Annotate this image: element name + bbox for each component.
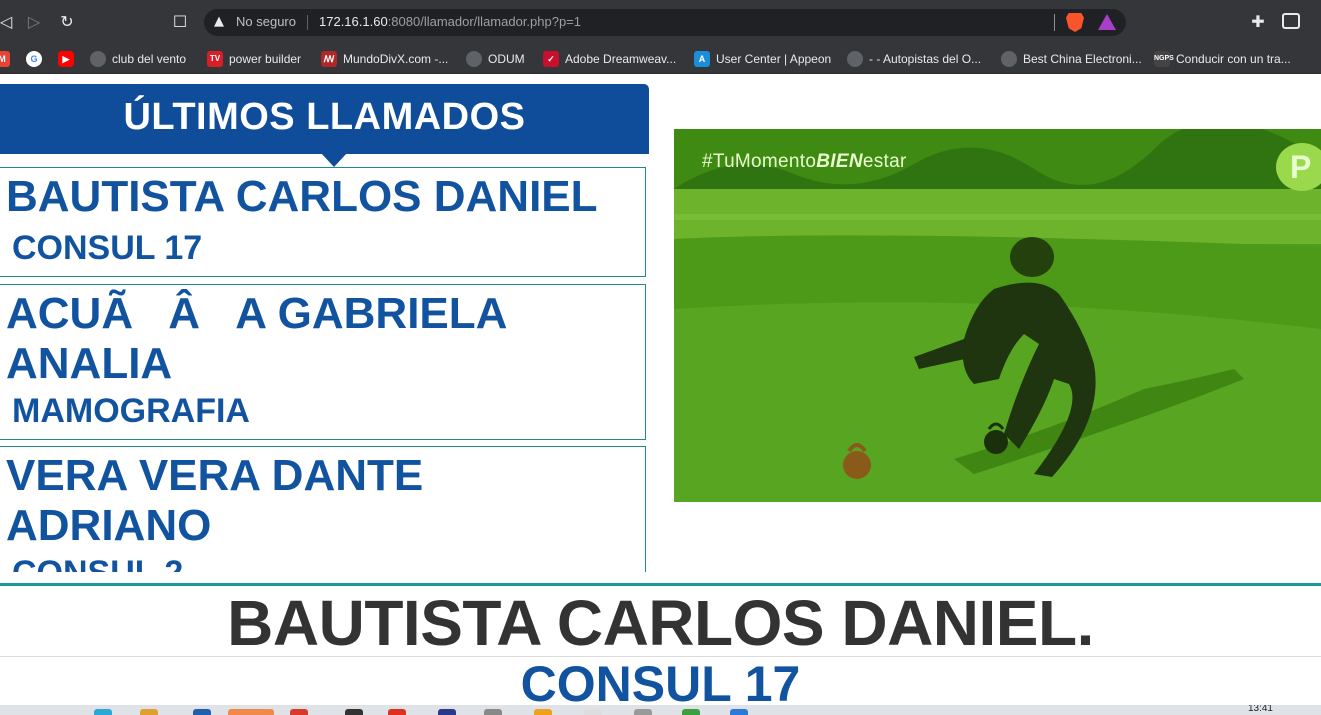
taskbar-app-icon[interactable] [730, 709, 748, 715]
taskbar-clock[interactable]: 13:41 [1248, 705, 1273, 714]
wellness-video[interactable]: #TuMomentoBIENestar [674, 129, 1321, 502]
bookmarks-bar: M G ▶ club del vento TV power builder ꟿ Mu… [0, 44, 1321, 74]
call-card: VERA VERA DANTE ADRIANO CONSUL 2 [0, 446, 646, 572]
bookmark-label: Adobe Dreamweav... [565, 52, 677, 66]
bookmark-conducir[interactable]: NGPS Conducir con un tra... [1154, 48, 1291, 70]
video-hashtag: #TuMomentoBIENestar [702, 151, 907, 173]
address-bar[interactable]: ▲ No seguro 172.16.1.60:8080/llamador/ll… [204, 9, 1126, 36]
wallet-icon[interactable] [1282, 13, 1300, 29]
hashtag-prefix: #TuMomento [702, 151, 817, 172]
taskbar-app-icon[interactable] [290, 709, 308, 715]
bookmark-google[interactable]: G [26, 48, 42, 70]
bookmark-label: club del vento [112, 52, 187, 66]
calls-list: BAUTISTA CARLOS DANIEL CONSUL 17 ACUÃÂ… [0, 166, 647, 572]
bookmark-autopistas[interactable]: - - Autopistas del O... [847, 48, 981, 70]
brave-shields-icon[interactable] [1066, 13, 1084, 32]
bookmark-gmail[interactable]: M [0, 48, 10, 70]
taskbar-app-icon[interactable] [634, 709, 652, 715]
bookmark-label: User Center | Appeon [716, 52, 832, 66]
call-card: BAUTISTA CARLOS DANIEL CONSUL 17 [0, 167, 646, 277]
url-host: 172.16.1.60 [319, 14, 388, 29]
bookmark-odum[interactable]: ODUM [466, 48, 525, 70]
bookmark-label: Best China Electroni... [1023, 52, 1142, 66]
current-call-name: BAUTISTA CARLOS DANIEL. [227, 587, 1094, 659]
hashtag-bold: BIEN [816, 151, 863, 172]
taskbar-app-icon[interactable] [438, 709, 456, 715]
call-card: ACUÃÂA GABRIELA ANALIA MAMOGRAFIA [0, 284, 646, 440]
bookmark-label: Conducir con un tra... [1176, 52, 1291, 66]
current-call-office: CONSUL 17 [520, 656, 801, 712]
reload-icon[interactable]: ↻ [55, 10, 79, 34]
bookmark-adobe-dreamweaver[interactable]: ✓ Adobe Dreamweav... [543, 48, 676, 70]
globe-icon [90, 51, 106, 67]
bookmark-club-del-vento[interactable]: club del vento [90, 48, 186, 70]
google-icon: G [26, 51, 42, 67]
taskbar-app-icon[interactable] [345, 709, 363, 715]
bookmark-label: ODUM [488, 52, 525, 66]
globe-icon [847, 51, 863, 67]
header-pointer [321, 153, 347, 167]
call-patient-name: VERA VERA DANTE ADRIANO [6, 451, 424, 550]
call-office: MAMOGRAFIA [12, 392, 250, 430]
security-label[interactable]: No seguro [236, 14, 296, 29]
adobe-icon: ✓ [543, 51, 559, 67]
url-text[interactable]: 172.16.1.60:8080/llamador/llamador.php?p… [319, 14, 581, 29]
call-office: CONSUL 17 [12, 229, 203, 267]
forward-icon[interactable]: ▷ [22, 10, 46, 34]
bookmark-best-china[interactable]: Best China Electroni... [1001, 48, 1142, 70]
channel-logo-icon [1276, 143, 1321, 191]
taskbar-app-icon[interactable] [193, 709, 211, 715]
bookmark-label: power builder [229, 52, 302, 66]
back-icon[interactable]: ◁ [0, 10, 18, 34]
youtube-icon: ▶ [58, 51, 74, 67]
bookmark-power-builder[interactable]: TV power builder [207, 48, 301, 70]
gmail-icon: M [0, 51, 10, 67]
video-frame [674, 129, 1321, 502]
taskbar-app-icon[interactable] [228, 709, 274, 715]
globe-icon [1001, 51, 1017, 67]
taskbar-app-icon[interactable] [484, 709, 502, 715]
latest-calls-title: ÚLTIMOS LLAMADOS [123, 96, 526, 138]
taskbar-app-icon[interactable] [584, 709, 602, 715]
windows-taskbar: 13:41 [0, 705, 1321, 715]
omnibox-separator-2 [1054, 14, 1055, 31]
bookmark-label: MundoDivX.com -... [343, 52, 449, 66]
call-patient-name: ACUÃÂA GABRIELA ANALIA [6, 289, 506, 388]
brave-rewards-icon[interactable] [1098, 14, 1116, 30]
bookmark-appeon[interactable]: A User Center | Appeon [694, 48, 831, 70]
taskbar-app-icon[interactable] [682, 709, 700, 715]
browser-toolbar: ◁ ▷ ↻ ☐ ▲ No seguro 172.16.1.60:8080/lla… [0, 0, 1321, 44]
tv-icon: TV [207, 51, 223, 67]
call-office: CONSUL 2 [12, 553, 183, 572]
url-path: :8080/llamador/llamador.php?p=1 [387, 14, 582, 29]
bookmark-mundodivx[interactable]: ꟿ MundoDivX.com -... [321, 48, 448, 70]
omnibox-separator [307, 15, 308, 30]
taskbar-app-icon[interactable] [534, 709, 552, 715]
globe-icon [466, 51, 482, 67]
warning-icon: ▲ [214, 14, 224, 29]
latest-calls-header: ÚLTIMOS LLAMADOS [0, 84, 649, 154]
bookmark-icon[interactable]: ☐ [168, 10, 192, 34]
appeon-icon: A [694, 51, 710, 67]
bookmark-label: - - Autopistas del O... [869, 52, 982, 66]
ngps-icon: NGPS [1154, 51, 1174, 67]
taskbar-app-icon[interactable] [94, 709, 112, 715]
bookmark-youtube[interactable]: ▶ [58, 48, 74, 70]
mundodivx-icon: ꟿ [321, 51, 337, 67]
taskbar-app-icon[interactable] [388, 709, 406, 715]
current-call-divider [0, 583, 1321, 586]
hashtag-suffix: estar [862, 151, 907, 172]
call-patient-name: BAUTISTA CARLOS DANIEL [6, 172, 598, 221]
extensions-icon[interactable]: ✚ [1248, 12, 1268, 32]
taskbar-app-icon[interactable] [140, 709, 158, 715]
